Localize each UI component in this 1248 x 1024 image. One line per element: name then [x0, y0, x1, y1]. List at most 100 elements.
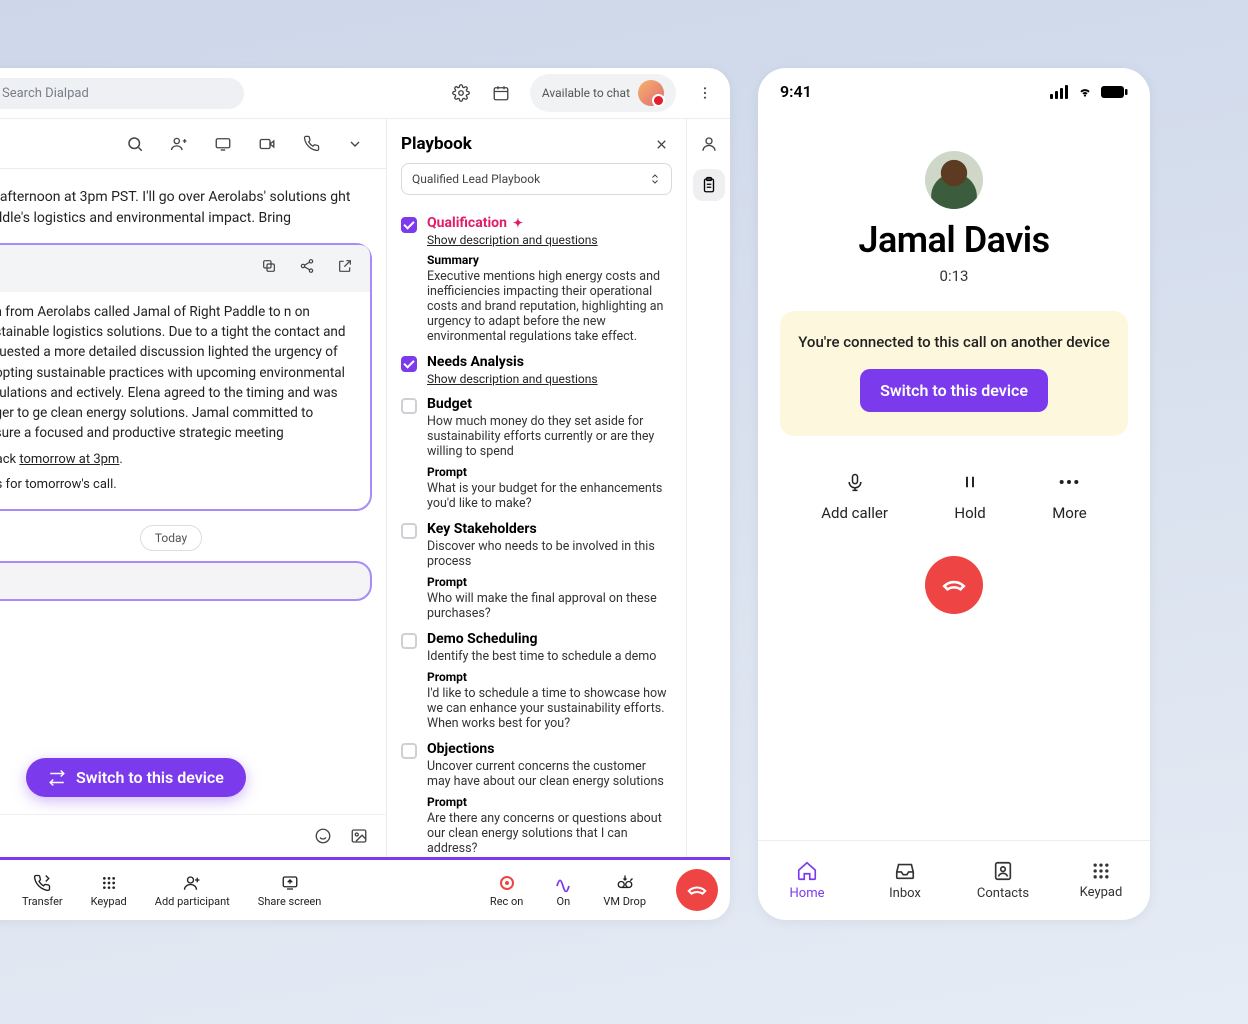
phone-device: 9:41 Jamal Davis 0:13 You're connected t…	[758, 68, 1150, 920]
card-meta-1: 101	[0, 255, 2, 269]
tab-contacts[interactable]: Contacts	[954, 841, 1052, 920]
tab-keypad[interactable]: Keypad	[1052, 841, 1150, 920]
playbook-item-name: Demo Scheduling	[427, 631, 672, 647]
checkbox-icon[interactable]	[401, 743, 417, 759]
hangup-button[interactable]	[925, 556, 983, 614]
show-description-link[interactable]: Show description and questions	[427, 233, 672, 247]
emoji-icon[interactable]	[312, 825, 334, 847]
chevron-down-icon[interactable]	[344, 133, 366, 155]
phone-icon[interactable]	[300, 133, 322, 155]
hangup-icon	[686, 879, 708, 901]
share-screen-button[interactable]: Share screen	[258, 873, 322, 908]
cellular-icon	[1050, 85, 1070, 99]
playbook-item: Qualification✦ Show description and ques…	[401, 215, 672, 344]
show-description-link[interactable]: Show description and questions	[427, 372, 672, 386]
search-icon[interactable]	[124, 133, 146, 155]
transfer-button[interactable]: Transfer	[22, 873, 63, 908]
wifi-icon	[1076, 85, 1094, 99]
image-icon[interactable]	[348, 825, 370, 847]
battery-icon	[1100, 85, 1128, 99]
call-bottom-bar: old Transfer Keypad Add participant Shar…	[0, 860, 730, 920]
card-meta-2: M	[0, 269, 2, 283]
switch-device-button[interactable]: Switch to this device	[860, 369, 1048, 412]
ai-button[interactable]: On	[553, 873, 573, 908]
inbox-icon	[894, 860, 916, 882]
mic-icon	[845, 470, 865, 494]
clipboard-icon[interactable]	[693, 169, 725, 201]
checkbox-icon[interactable]	[401, 633, 417, 649]
desktop-window: Search Dialpad Available to chat	[0, 68, 730, 920]
calendar-icon[interactable]	[490, 82, 512, 104]
checkbox-icon[interactable]	[401, 217, 417, 233]
tab-inbox[interactable]: Inbox	[856, 841, 954, 920]
screen-icon[interactable]	[212, 133, 234, 155]
video-icon[interactable]	[256, 133, 278, 155]
summary-card: 101 M ena from Aerolabs called Jamal of …	[0, 243, 372, 511]
status-bar: 9:41	[758, 68, 1150, 105]
playbook-select[interactable]: Qualified Lead Playbook	[401, 163, 672, 195]
conversation-pane: his afternoon at 3pm PST. I'll go over A…	[0, 119, 386, 857]
add-participant-button[interactable]: Add participant	[155, 873, 230, 908]
day-divider: Today	[140, 525, 202, 551]
caller-name: Jamal Davis	[858, 219, 1049, 261]
swap-icon	[48, 769, 66, 787]
keypad-icon	[1091, 861, 1111, 881]
checkbox-icon[interactable]	[401, 523, 417, 539]
new-message-card	[0, 561, 372, 601]
switch-device-button[interactable]: Switch to this device	[26, 758, 246, 797]
status-label: Available to chat	[542, 86, 630, 100]
callback-time-link[interactable]: tomorrow at 3pm	[19, 452, 119, 467]
more-button[interactable]: More	[1052, 470, 1087, 522]
playbook-item-name: Needs Analysis	[427, 354, 672, 370]
pause-icon	[961, 473, 979, 491]
add-caller-button[interactable]: Add caller	[821, 470, 888, 522]
home-icon	[796, 860, 818, 882]
bullet-2: s for tomorrow's call.	[0, 475, 356, 495]
card-body: ena from Aerolabs called Jamal of Right …	[0, 302, 356, 444]
playbook-item-name: Objections	[427, 741, 672, 757]
playbook-title: Playbook	[401, 134, 472, 154]
caller-avatar	[925, 151, 983, 209]
search-input[interactable]: Search Dialpad	[0, 78, 244, 109]
more-vertical-icon[interactable]	[694, 82, 716, 104]
avatar-icon	[638, 80, 664, 106]
hangup-button[interactable]	[676, 869, 718, 911]
compose-actions	[0, 814, 386, 857]
people-icon[interactable]	[168, 133, 190, 155]
playbook-item: Demo Scheduling Identify the best time t…	[401, 631, 672, 731]
record-button[interactable]: Rec on	[490, 873, 523, 908]
vm-drop-button[interactable]: VM Drop	[603, 873, 646, 908]
clock: 9:41	[780, 82, 812, 101]
playbook-item-name: Budget	[427, 396, 672, 412]
hold-button[interactable]: Hold	[954, 470, 985, 522]
hangup-icon	[941, 572, 967, 598]
select-chevrons-icon	[649, 172, 661, 186]
checkbox-icon[interactable]	[401, 398, 417, 414]
record-icon	[500, 876, 514, 890]
keypad-button[interactable]: Keypad	[91, 873, 127, 908]
sparkle-icon: ✦	[513, 216, 523, 230]
device-notice: You're connected to this call on another…	[780, 311, 1128, 436]
person-icon[interactable]	[698, 133, 720, 155]
desktop-header: Search Dialpad Available to chat	[0, 68, 730, 118]
playbook-item: Budget How much money do they set aside …	[401, 396, 672, 511]
gear-icon[interactable]	[450, 82, 472, 104]
message-text: his afternoon at 3pm PST. I'll go over A…	[0, 187, 372, 229]
copy-icon[interactable]	[258, 255, 280, 277]
open-icon[interactable]	[334, 255, 356, 277]
playbook-item-name: Qualification✦	[427, 215, 672, 231]
notice-text: You're connected to this call on another…	[798, 333, 1110, 351]
bullet-1: ack tomorrow at 3pm.	[0, 450, 356, 470]
status-pill[interactable]: Available to chat	[530, 74, 676, 112]
share-icon[interactable]	[296, 255, 318, 277]
contacts-icon	[992, 860, 1014, 882]
tab-home[interactable]: Home	[758, 841, 856, 920]
conversation-toolbar	[0, 119, 386, 169]
checkbox-icon[interactable]	[401, 356, 417, 372]
more-icon	[1058, 478, 1080, 486]
side-rail	[686, 119, 730, 857]
playbook-item-name: Key Stakeholders	[427, 521, 672, 537]
close-icon[interactable]	[650, 133, 672, 155]
playbook-item: Needs Analysis Show description and ques…	[401, 354, 672, 386]
playbook-item: Key Stakeholders Discover who needs to b…	[401, 521, 672, 621]
